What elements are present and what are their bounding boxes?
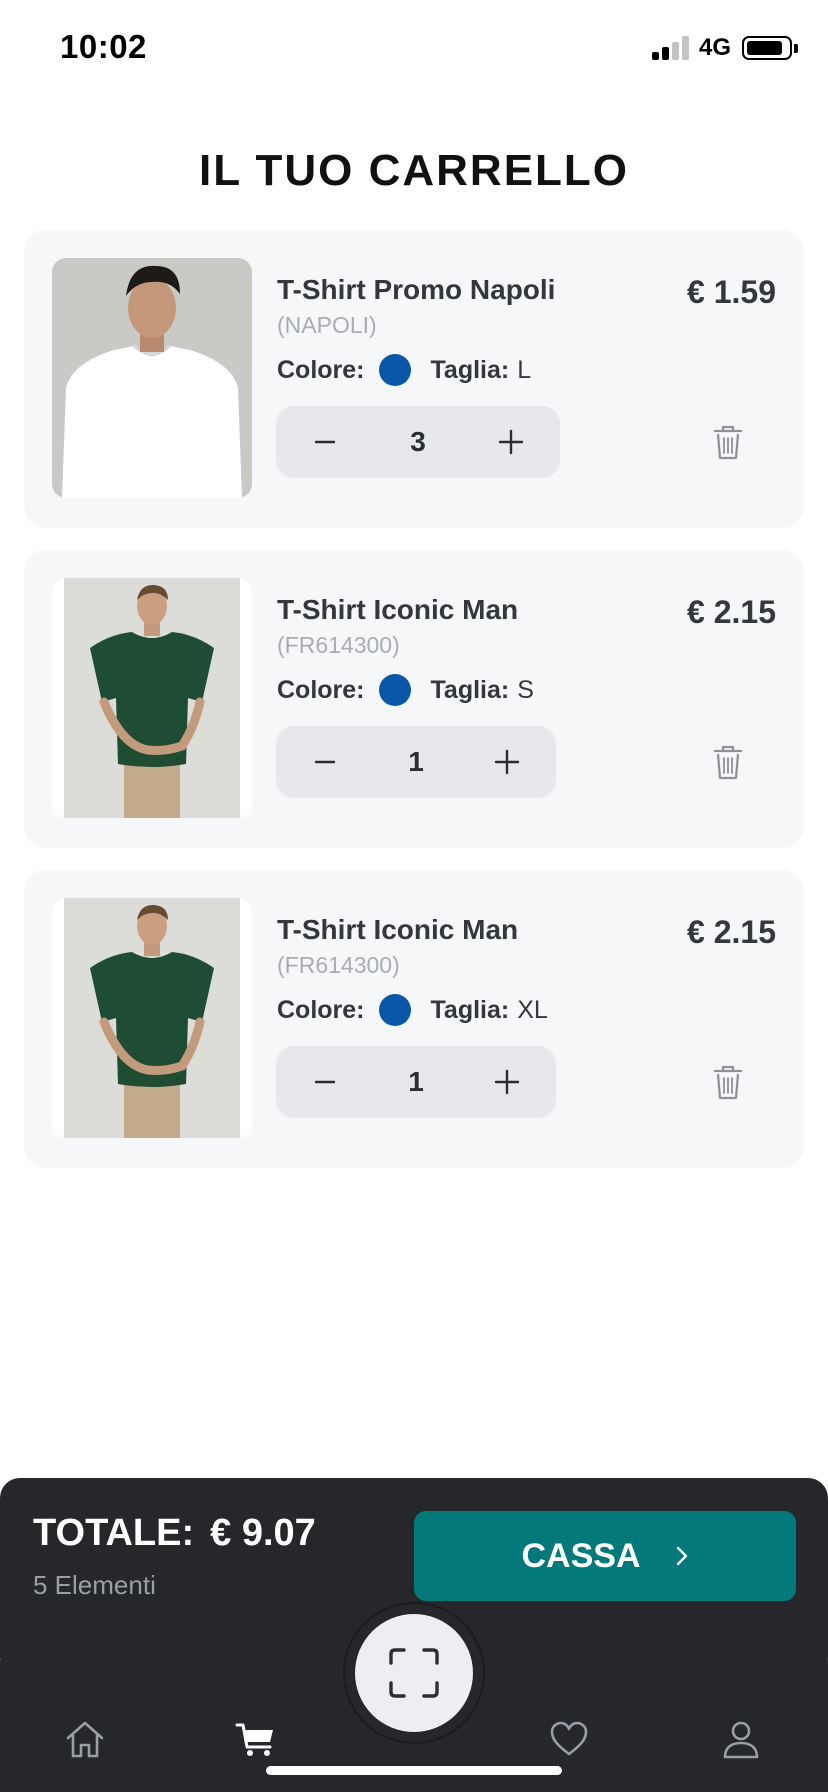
network-label: 4G — [699, 34, 732, 61]
product-name[interactable]: T-Shirt Iconic Man — [277, 914, 518, 946]
color-label: Colore: — [277, 995, 365, 1024]
plus-icon — [494, 1069, 520, 1095]
scan-button-ring — [343, 1602, 485, 1744]
product-code: (FR614300) — [277, 952, 400, 978]
product-attributes: Colore: Taglia: S — [277, 672, 534, 708]
checkout-label: CASSA — [521, 1536, 641, 1575]
size-label: Taglia: — [430, 995, 510, 1024]
product-attributes: Colore: Taglia: XL — [277, 992, 548, 1028]
product-code: (NAPOLI) — [277, 312, 377, 338]
quantity-stepper: 1 — [276, 1046, 556, 1118]
cart-icon — [235, 1723, 273, 1756]
decrease-quantity-button[interactable] — [306, 1063, 344, 1101]
quantity-value: 3 — [410, 426, 426, 457]
signal-icon — [652, 36, 690, 60]
trash-icon — [713, 745, 743, 780]
cart-item: T-Shirt Iconic Man (FR614300) € 2.15 Col… — [24, 870, 804, 1168]
tab-cart[interactable] — [228, 1711, 284, 1767]
status-bar: 10:02 4G — [0, 0, 828, 100]
home-indicator — [266, 1766, 562, 1775]
increase-quantity-button[interactable] — [488, 1063, 526, 1101]
total-label: TOTALE: — [33, 1512, 195, 1554]
scan-icon — [389, 1648, 439, 1698]
user-icon — [723, 1721, 759, 1759]
quantity-value: 1 — [408, 746, 424, 777]
home-icon — [66, 1721, 104, 1758]
remove-item-button[interactable] — [708, 742, 748, 782]
tab-favorites[interactable] — [541, 1711, 597, 1767]
product-price: € 2.15 — [687, 914, 776, 950]
size-value: L — [517, 355, 532, 384]
product-attributes: Colore: Taglia: L — [277, 352, 531, 388]
size-value: XL — [517, 995, 548, 1024]
quantity-stepper: 1 — [276, 726, 556, 798]
quantity-value: 1 — [408, 1066, 424, 1097]
decrease-quantity-button[interactable] — [306, 423, 344, 461]
size-value: S — [517, 675, 534, 704]
checkout-button[interactable]: CASSA — [414, 1511, 796, 1601]
product-shirt — [62, 346, 242, 498]
minus-icon — [314, 1080, 336, 1084]
decrease-quantity-button[interactable] — [306, 743, 344, 781]
size-label: Taglia: — [430, 675, 510, 704]
increase-quantity-button[interactable] — [492, 423, 530, 461]
trash-icon — [713, 1065, 743, 1100]
battery-icon — [742, 36, 792, 60]
tab-profile[interactable] — [713, 1711, 769, 1767]
product-price: € 2.15 — [687, 594, 776, 630]
product-image[interactable] — [52, 258, 252, 498]
minus-icon — [314, 760, 336, 764]
cart-item: T-Shirt Iconic Man (FR614300) € 2.15 Col… — [24, 550, 804, 848]
product-name[interactable]: T-Shirt Promo Napoli — [277, 274, 555, 306]
product-image[interactable] — [52, 898, 252, 1138]
plus-icon — [494, 749, 520, 775]
color-swatch — [378, 354, 411, 386]
status-time: 10:02 — [60, 28, 147, 65]
cart-list: T-Shirt Promo Napoli (NAPOLI) € 1.59 Col… — [24, 230, 804, 1190]
product-name[interactable]: T-Shirt Iconic Man — [277, 594, 518, 626]
product-code: (FR614300) — [277, 632, 400, 658]
remove-item-button[interactable] — [708, 1062, 748, 1102]
scan-button[interactable] — [355, 1614, 473, 1732]
chevron-right-icon — [675, 1537, 689, 1576]
color-swatch — [378, 994, 411, 1026]
minus-icon — [314, 440, 336, 444]
increase-quantity-button[interactable] — [488, 743, 526, 781]
size-label: Taglia: — [430, 355, 510, 384]
heart-icon — [550, 1721, 588, 1756]
cart-item: T-Shirt Promo Napoli (NAPOLI) € 1.59 Col… — [24, 230, 804, 528]
items-count: 5 Elementi — [33, 1570, 156, 1600]
total-amount: € 9.07 — [210, 1512, 316, 1554]
tab-home[interactable] — [57, 1711, 113, 1767]
color-swatch — [378, 674, 411, 706]
total-line: TOTALE: € 9.07 — [33, 1512, 316, 1555]
page-title: IL TUO CARRELLO — [198, 146, 630, 195]
product-image[interactable] — [52, 578, 252, 818]
color-label: Colore: — [277, 355, 365, 384]
battery-cap — [794, 44, 798, 53]
plus-icon — [498, 429, 524, 455]
color-label: Colore: — [277, 675, 365, 704]
remove-item-button[interactable] — [708, 422, 748, 462]
trash-icon — [713, 425, 743, 460]
product-price: € 1.59 — [687, 274, 776, 310]
quantity-stepper: 3 — [276, 406, 560, 478]
